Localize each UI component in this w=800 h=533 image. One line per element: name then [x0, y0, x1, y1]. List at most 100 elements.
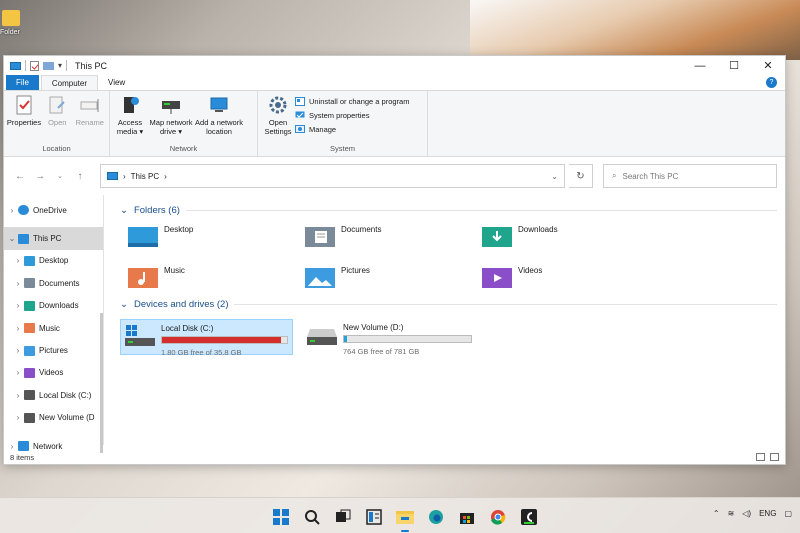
drive-d[interactable]: New Volume (D:) 764 GB free of 781 GB: [303, 319, 476, 356]
folder-videos[interactable]: Videos: [482, 266, 659, 296]
volume-icon[interactable]: ◁): [742, 509, 751, 518]
nav-item-downloads[interactable]: › Downloads: [4, 295, 103, 317]
windows-logo-icon: [273, 509, 289, 525]
properties-quick-icon[interactable]: [30, 60, 39, 71]
folder-documents[interactable]: Documents: [305, 225, 482, 255]
search-button[interactable]: [299, 505, 325, 529]
this-pc-icon: [10, 61, 21, 70]
folder-desktop[interactable]: Desktop: [128, 225, 305, 255]
wifi-icon[interactable]: ≋: [728, 509, 735, 518]
start-button[interactable]: [268, 505, 294, 529]
forward-button[interactable]: →: [32, 171, 48, 182]
system-properties-button[interactable]: System properties: [295, 109, 409, 121]
documents-folder-icon: [305, 227, 335, 247]
chevron-down-icon[interactable]: ⌄: [6, 234, 18, 243]
title-bar: ▾ This PC — ☐ ✕: [4, 56, 785, 75]
drive-name: New Volume (D:): [343, 323, 404, 332]
manage-button[interactable]: Manage: [295, 123, 409, 135]
chrome-button[interactable]: [485, 505, 511, 529]
back-button[interactable]: ←: [12, 171, 28, 182]
refresh-button[interactable]: ↻: [569, 164, 593, 188]
task-view-icon: [336, 509, 351, 522]
task-view-button[interactable]: [330, 505, 356, 529]
close-button[interactable]: ✕: [751, 56, 785, 75]
chevron-right-icon[interactable]: ›: [12, 256, 24, 265]
quick-access-toolbar: ▾: [10, 60, 68, 71]
divider: [66, 60, 68, 71]
nav-item-desktop[interactable]: › Desktop: [4, 250, 103, 272]
store-button[interactable]: [454, 505, 480, 529]
maximize-button[interactable]: ☐: [717, 56, 751, 75]
search-placeholder: Search This PC: [622, 171, 679, 181]
downloads-folder-icon: [482, 227, 512, 247]
folder-label: Pictures: [341, 266, 370, 275]
nav-item-this-pc[interactable]: ⌄ This PC: [4, 227, 103, 250]
language-indicator[interactable]: ENG: [759, 509, 776, 518]
ccleaner-button[interactable]: [516, 505, 542, 529]
this-pc-icon: [18, 233, 29, 244]
help-icon[interactable]: ?: [766, 77, 777, 88]
nav-item-new-volume-d[interactable]: › New Volume (D: [4, 407, 103, 429]
videos-folder-icon: [482, 268, 512, 288]
recent-locations-button[interactable]: ⌄: [52, 172, 68, 180]
notification-icon[interactable]: ▢: [784, 509, 792, 518]
nav-item-onedrive[interactable]: › OneDrive: [4, 199, 103, 221]
folder-downloads[interactable]: Downloads: [482, 225, 659, 255]
chevron-down-icon[interactable]: ⌄: [551, 172, 558, 181]
tab-computer[interactable]: Computer: [40, 75, 99, 90]
ribbon-group-network: Access media ▾ Map network drive ▾ Add a…: [110, 91, 258, 156]
chevron-up-icon[interactable]: ⌃: [713, 509, 720, 518]
tab-view[interactable]: View: [98, 75, 135, 90]
minimize-button[interactable]: —: [683, 56, 717, 75]
chevron-right-icon[interactable]: ›: [12, 346, 24, 355]
drive-c[interactable]: Local Disk (C:) 1.80 GB free of 35.8 GB: [120, 319, 293, 357]
new-folder-quick-icon[interactable]: [43, 61, 54, 70]
folder-music[interactable]: Music: [128, 266, 305, 296]
chevron-right-icon[interactable]: ›: [12, 391, 24, 400]
nav-item-local-disk-c[interactable]: › Local Disk (C:): [4, 384, 103, 406]
up-button[interactable]: ↑: [72, 171, 88, 182]
large-icons-view-icon[interactable]: [770, 453, 779, 461]
edge-browser-icon: [429, 510, 443, 524]
nav-item-pictures[interactable]: › Pictures: [4, 339, 103, 361]
nav-item-label: OneDrive: [33, 205, 67, 215]
nav-item-label: Downloads: [39, 301, 79, 311]
chevron-right-icon[interactable]: ›: [12, 301, 24, 310]
chevron-right-icon[interactable]: ›: [164, 172, 167, 181]
folders-header: Folders (6): [133, 204, 180, 216]
file-explorer-taskbar-button[interactable]: [392, 505, 418, 532]
nav-item-documents[interactable]: › Documents: [4, 272, 103, 294]
music-folder-icon: [128, 268, 158, 288]
folders-section-header[interactable]: ⌄ Folders (6): [120, 203, 777, 217]
manage-icon: [295, 124, 305, 133]
customize-toolbar-icon[interactable]: ▾: [58, 61, 62, 70]
nav-item-music[interactable]: › Music: [4, 317, 103, 339]
search-box[interactable]: ⌕ Search This PC: [603, 164, 777, 188]
address-bar[interactable]: › This PC › ⌄: [100, 164, 565, 188]
nav-item-videos[interactable]: › Videos: [4, 362, 103, 384]
folders-grid: Desktop Documents Downloads Music Pictur…: [120, 217, 777, 297]
drives-section-header[interactable]: ⌄ Devices and drives (2): [120, 297, 777, 311]
search-icon: [305, 510, 320, 525]
tab-file[interactable]: File: [6, 75, 39, 90]
drive-free-space: 764 GB free of 781 GB: [343, 347, 420, 356]
uninstall-program-button[interactable]: Uninstall or change a program: [295, 95, 409, 107]
desktop-folder-shortcut[interactable]: Folder: [0, 10, 40, 36]
chevron-right-icon[interactable]: ›: [12, 368, 24, 377]
chevron-right-icon[interactable]: ›: [6, 206, 18, 215]
edge-button[interactable]: [423, 505, 449, 529]
chevron-right-icon[interactable]: ›: [12, 279, 24, 288]
chevron-right-icon[interactable]: ›: [12, 413, 24, 422]
network-group-label: Network: [169, 144, 198, 153]
details-view-icon[interactable]: [756, 453, 765, 461]
folder-label: Downloads: [518, 225, 558, 234]
breadcrumb[interactable]: This PC: [131, 172, 159, 181]
desktop-folder-icon: [128, 227, 158, 247]
onedrive-icon: [18, 205, 29, 216]
folder-pictures[interactable]: Pictures: [305, 266, 482, 296]
widgets-button[interactable]: [361, 505, 387, 529]
chevron-right-icon[interactable]: ›: [12, 324, 24, 333]
nav-item-label: Desktop: [39, 256, 69, 266]
nav-item-label: Documents: [39, 278, 80, 288]
nav-scrollbar[interactable]: [100, 313, 103, 453]
